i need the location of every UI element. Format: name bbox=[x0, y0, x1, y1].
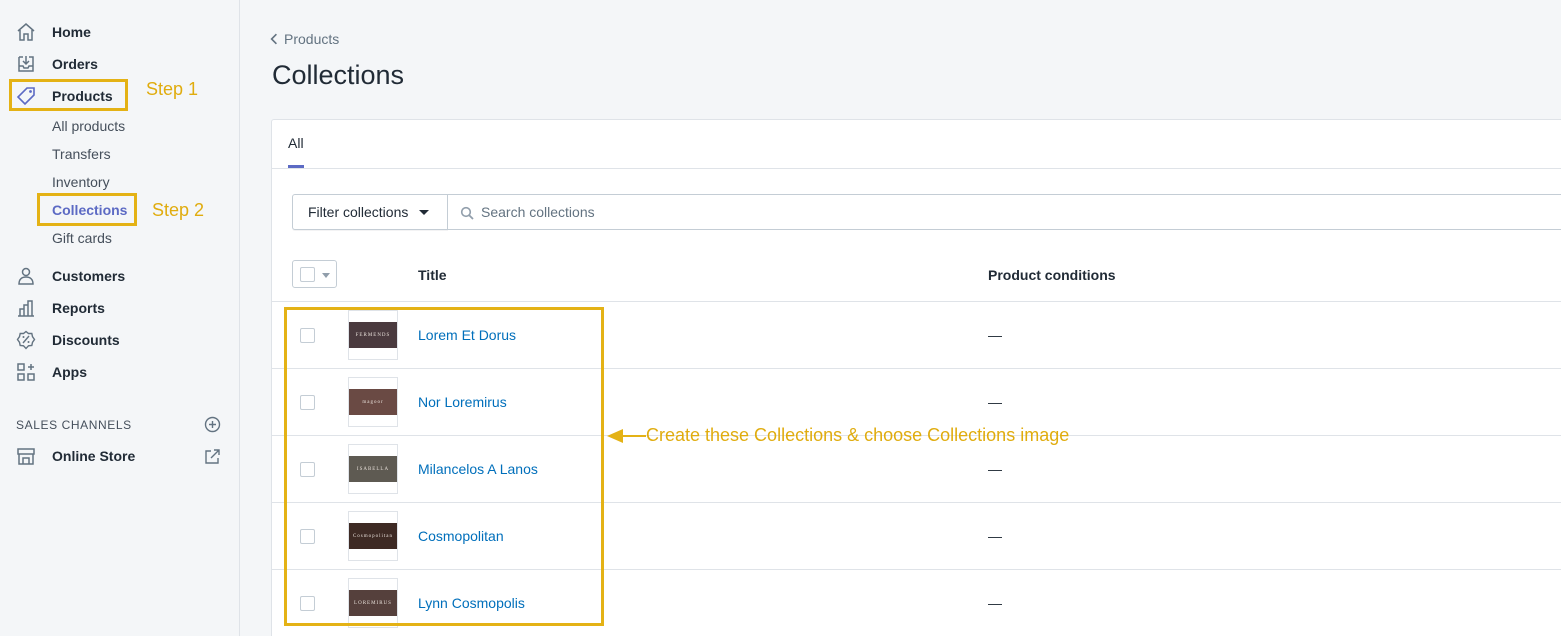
step2-label: Step 2 bbox=[152, 200, 205, 220]
nav-discounts-label: Discounts bbox=[52, 332, 120, 348]
product-conditions-value: — bbox=[988, 528, 1002, 544]
filter-collections-label: Filter collections bbox=[308, 204, 409, 220]
discount-badge-icon bbox=[16, 330, 36, 350]
sub-transfers[interactable]: Transfers bbox=[52, 146, 111, 162]
step1-label: Step 1 bbox=[146, 79, 199, 99]
product-conditions-value: — bbox=[988, 461, 1002, 477]
storefront-icon bbox=[16, 446, 36, 466]
home-icon bbox=[16, 22, 36, 42]
breadcrumb[interactable]: Products bbox=[270, 31, 339, 47]
nav-discounts[interactable]: Discounts bbox=[0, 325, 200, 355]
column-product-conditions: Product conditions bbox=[988, 267, 1116, 283]
nav-reports[interactable]: Reports bbox=[0, 293, 200, 323]
tab-divider bbox=[272, 168, 1561, 169]
nav-customers[interactable]: Customers bbox=[0, 261, 200, 291]
sub-gift-cards[interactable]: Gift cards bbox=[52, 230, 112, 246]
page-title: Collections bbox=[272, 60, 405, 90]
inbox-download-icon bbox=[16, 54, 36, 74]
nav-home-label: Home bbox=[52, 24, 91, 40]
arrow-left-icon bbox=[607, 429, 623, 443]
nav-customers-label: Customers bbox=[52, 268, 126, 284]
annotation-arrow-line bbox=[622, 435, 646, 437]
step1-highlight bbox=[9, 79, 128, 111]
nav-apps[interactable]: Apps bbox=[0, 357, 200, 387]
filter-collections-button[interactable]: Filter collections bbox=[292, 194, 448, 230]
product-conditions-value: — bbox=[988, 394, 1002, 410]
nav-orders[interactable]: Orders bbox=[0, 49, 200, 79]
caret-down-icon bbox=[322, 273, 330, 278]
search-icon bbox=[460, 206, 474, 220]
annotation-text: Create these Collections & choose Collec… bbox=[646, 425, 1070, 445]
select-all-checkbox bbox=[300, 267, 315, 282]
breadcrumb-label: Products bbox=[284, 31, 340, 47]
sub-all-products[interactable]: All products bbox=[52, 118, 125, 134]
external-link-icon[interactable] bbox=[204, 448, 221, 465]
chevron-left-icon bbox=[270, 33, 277, 45]
bulk-select-checkbox[interactable] bbox=[292, 260, 337, 288]
search-input[interactable] bbox=[481, 196, 1081, 228]
sales-channels-heading: SALES CHANNELS bbox=[16, 418, 132, 432]
step2-highlight bbox=[37, 193, 137, 226]
product-conditions-value: — bbox=[988, 327, 1002, 343]
add-circle-icon[interactable] bbox=[204, 416, 221, 433]
nav-online-store-label: Online Store bbox=[52, 448, 136, 464]
sub-inventory[interactable]: Inventory bbox=[52, 174, 110, 190]
search-field bbox=[447, 194, 1561, 230]
collections-highlight bbox=[284, 307, 604, 626]
person-icon bbox=[16, 266, 36, 286]
bar-chart-icon bbox=[16, 298, 36, 318]
nav-apps-label: Apps bbox=[52, 364, 87, 380]
nav-reports-label: Reports bbox=[52, 300, 105, 316]
caret-down-icon bbox=[419, 210, 429, 215]
nav-home[interactable]: Home bbox=[0, 17, 200, 47]
product-conditions-value: — bbox=[988, 595, 1002, 611]
nav-orders-label: Orders bbox=[52, 56, 98, 72]
column-title[interactable]: Title bbox=[418, 267, 447, 283]
nav-online-store[interactable]: Online Store bbox=[0, 441, 195, 471]
tab-all[interactable]: All bbox=[288, 135, 304, 151]
apps-grid-icon bbox=[16, 362, 36, 382]
